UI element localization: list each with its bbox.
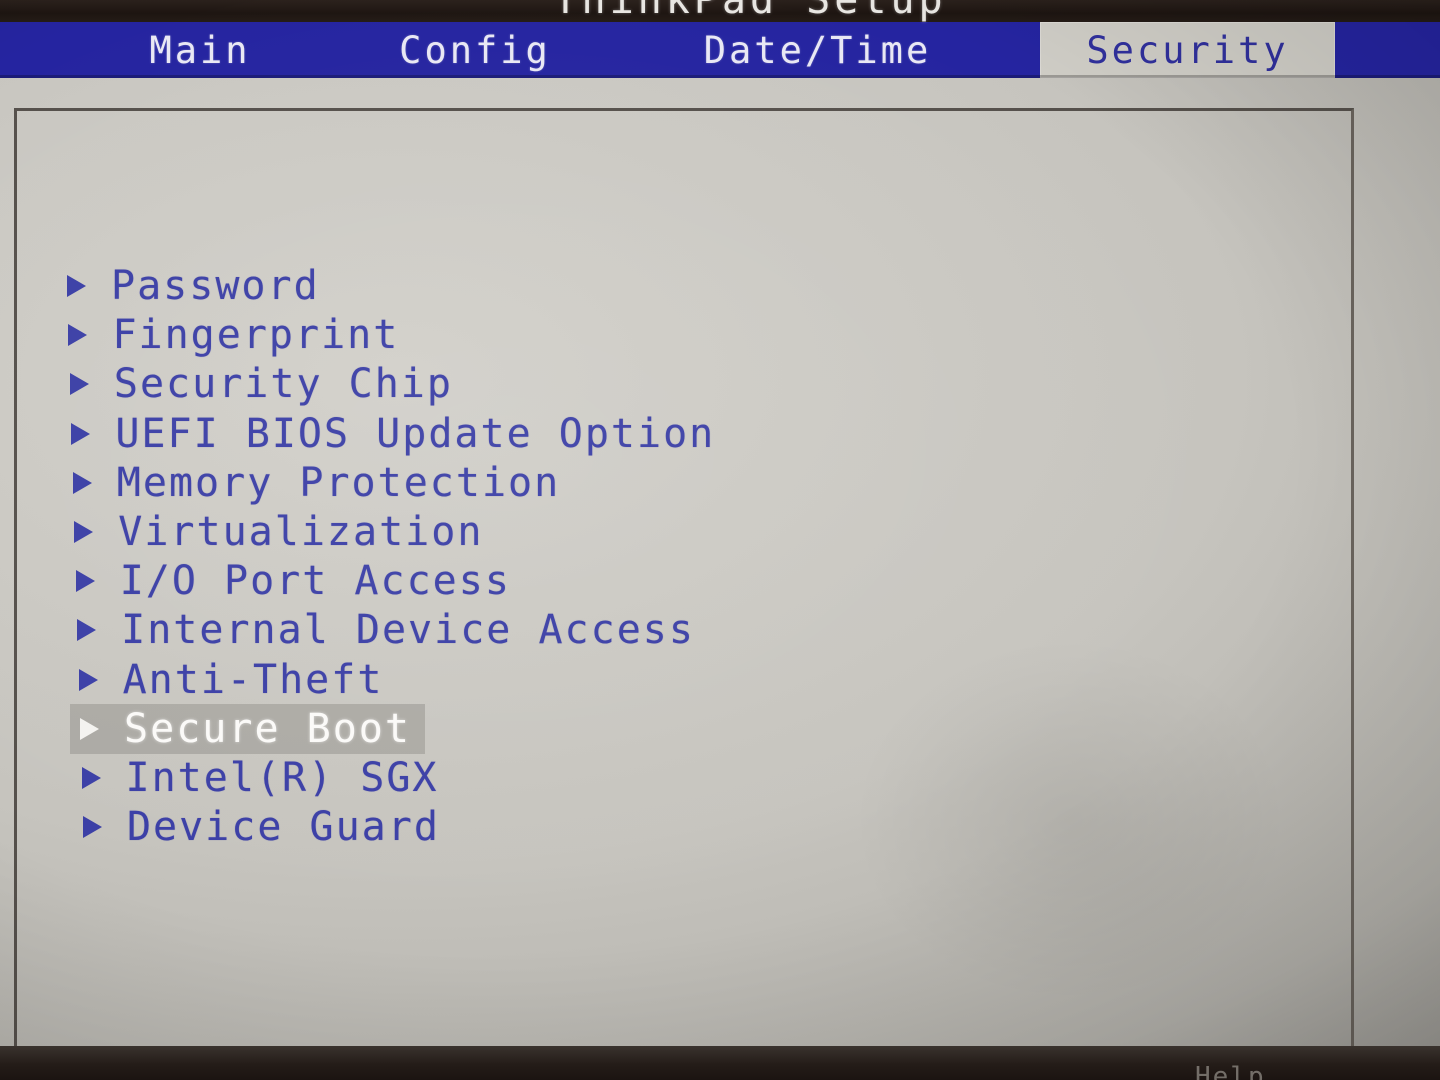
menu-item-password[interactable]: Password — [57, 261, 334, 311]
menu-item-label: Security Chip — [113, 361, 453, 408]
menu-item-virtualization[interactable]: Virtualization — [64, 507, 497, 557]
menu-item-label: Intel(R) SGX — [125, 755, 439, 801]
menu-item-memory-protection[interactable]: Memory Protection — [63, 458, 574, 508]
footer-hint: Help — [1195, 1062, 1266, 1080]
caret-right-icon — [75, 617, 101, 643]
tab-main[interactable]: Main — [105, 22, 295, 78]
menu-item-anti-theft[interactable]: Anti-Theft — [69, 655, 398, 705]
tab-date-time-label: Date/Time — [703, 28, 932, 72]
menu-item-label: UEFI BIOS Update Option — [115, 410, 716, 457]
menu-item-label: Anti-Theft — [122, 656, 384, 703]
content-frame-border: Password Fingerprint Security Chip UEFI BIO… — [14, 108, 1354, 1070]
tab-bar: Main Config Date/Time Security S — [0, 22, 1440, 78]
menu-item-label: I/O Port Access — [119, 558, 511, 605]
tab-config[interactable]: Config — [370, 22, 580, 78]
tab-config-label: Config — [399, 28, 551, 72]
caret-right-icon — [68, 371, 94, 397]
menu-item-label: Internal Device Access — [121, 607, 695, 654]
content-panel: Password Fingerprint Security Chip UEFI BIO… — [0, 78, 1440, 1080]
caret-right-icon — [77, 667, 103, 693]
menu-item-fingerprint[interactable]: Fingerprint — [58, 310, 413, 360]
bios-screen-photo: ThinkPad Setup Main Config Date/Time Sec… — [0, 0, 1440, 1080]
caret-right-icon — [81, 814, 107, 840]
menu-item-label: Secure Boot — [124, 705, 411, 752]
menu-item-internal-device-access[interactable]: Internal Device Access — [67, 605, 709, 655]
caret-right-icon — [65, 273, 91, 299]
menu-item-i-o-port-access[interactable]: I/O Port Access — [66, 556, 525, 606]
caret-right-icon — [69, 421, 95, 447]
caret-right-icon — [74, 568, 100, 594]
menu-item-secure-boot[interactable]: Secure Boot — [70, 703, 425, 754]
menu-item-device-guard[interactable]: Device Guard — [73, 802, 454, 852]
caret-right-icon — [71, 470, 97, 496]
tab-security[interactable]: Security — [1040, 22, 1335, 78]
tab-security-label: Security — [1086, 28, 1289, 72]
menu-item-label: Device Guard — [126, 804, 440, 851]
menu-item-label: Virtualization — [118, 509, 484, 555]
menu-item-label: Password — [111, 263, 320, 309]
menu-item-security-chip[interactable]: Security Chip — [60, 359, 467, 409]
caret-right-icon — [72, 519, 98, 545]
menu-item-label: Memory Protection — [116, 459, 561, 506]
menu-item-label: Fingerprint — [112, 312, 400, 359]
tab-main-label: Main — [149, 28, 251, 72]
tab-startup[interactable]: S — [1395, 22, 1440, 78]
caret-right-icon — [78, 716, 104, 742]
caret-right-icon — [80, 765, 106, 791]
laptop-bottom-bezel: Help — [0, 1046, 1440, 1080]
caret-right-icon — [66, 322, 92, 348]
security-menu-list: Password Fingerprint Security Chip UEFI BIO… — [17, 111, 1357, 1073]
laptop-top-bezel — [0, 0, 1440, 22]
menu-item-uefi-bios-update-option[interactable]: UEFI BIOS Update Option — [61, 409, 729, 459]
tab-date-time[interactable]: Date/Time — [665, 22, 970, 78]
menu-item-intel-r-sgx[interactable]: Intel(R) SGX — [72, 753, 453, 803]
